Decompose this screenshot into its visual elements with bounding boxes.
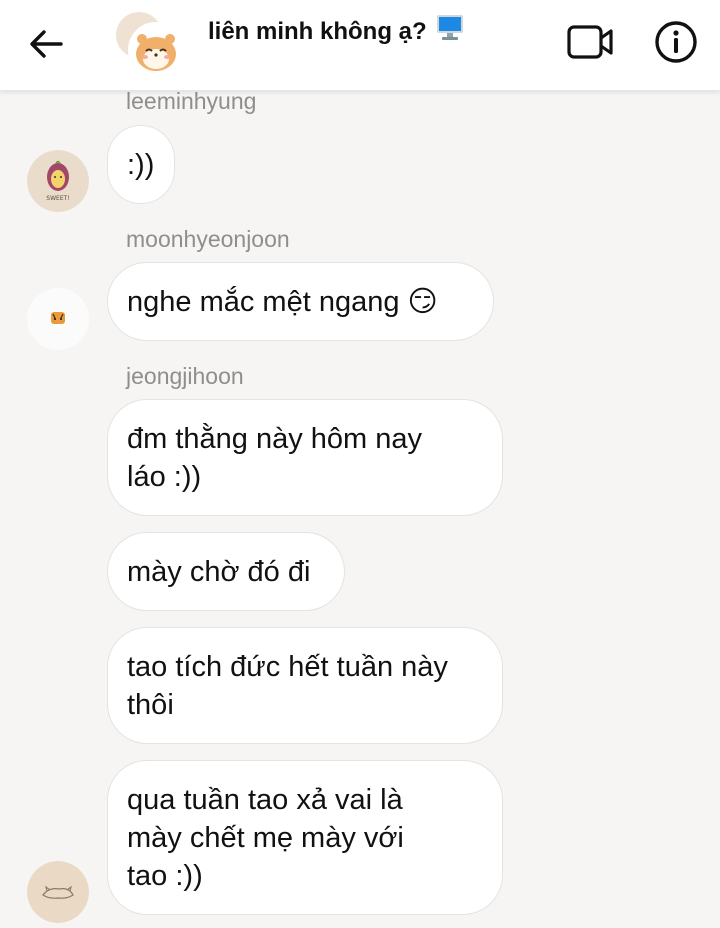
cat-sketch-icon <box>27 861 89 923</box>
message-text: đm thằng này hôm nay láo :)) <box>127 422 423 493</box>
message-bubble[interactable]: nghe mắc mệt ngang 😏 <box>107 262 494 341</box>
video-camera-icon <box>567 25 613 59</box>
chat-title-text: liên minh không ạ? <box>208 18 427 45</box>
info-button[interactable] <box>654 20 698 64</box>
message-text: tao tích đức hết tuần này thôi <box>127 650 448 721</box>
chat-header: liên minh không ạ? <box>0 0 720 91</box>
arrow-left-icon <box>30 30 63 58</box>
message-text: qua tuần tao xả vai là mày chết mẹ mày v… <box>127 783 404 892</box>
svg-text:SWEET!: SWEET! <box>46 195 69 202</box>
info-icon <box>655 21 697 63</box>
avatar-jeongjihoon[interactable] <box>27 861 89 923</box>
sweet-potato-icon: SWEET! <box>27 150 89 212</box>
group-avatar-front <box>128 22 184 78</box>
message-bubble[interactable]: mày chờ đó đi <box>107 532 345 611</box>
sender-name: leeminhyung <box>126 88 257 114</box>
chat-title[interactable]: liên minh không ạ? <box>208 12 465 49</box>
message-bubble[interactable]: đm thằng này hôm nay láo :)) <box>107 399 503 516</box>
avatar-leeminhyung[interactable]: SWEET! <box>27 150 89 212</box>
hamster-icon <box>136 34 176 71</box>
message-text: mày chờ đó đi <box>127 555 311 588</box>
message-text: nghe mắc mệt ngang 😏 <box>127 285 438 318</box>
avatar-moonhyeonjoon[interactable] <box>27 288 89 350</box>
message-bubble[interactable]: tao tích đức hết tuần này thôi <box>107 627 503 744</box>
back-button[interactable] <box>26 26 66 62</box>
message-text: :)) <box>127 148 155 181</box>
group-avatar[interactable] <box>116 12 184 78</box>
message-bubble[interactable]: :)) <box>107 125 175 204</box>
sender-name: jeongjihoon <box>126 363 244 389</box>
desktop-computer-icon <box>435 12 465 49</box>
sender-name: moonhyeonjoon <box>126 226 290 252</box>
video-call-button[interactable] <box>566 22 616 62</box>
tiger-icon <box>27 288 89 350</box>
message-bubble[interactable]: qua tuần tao xả vai là mày chết mẹ mày v… <box>107 760 503 915</box>
